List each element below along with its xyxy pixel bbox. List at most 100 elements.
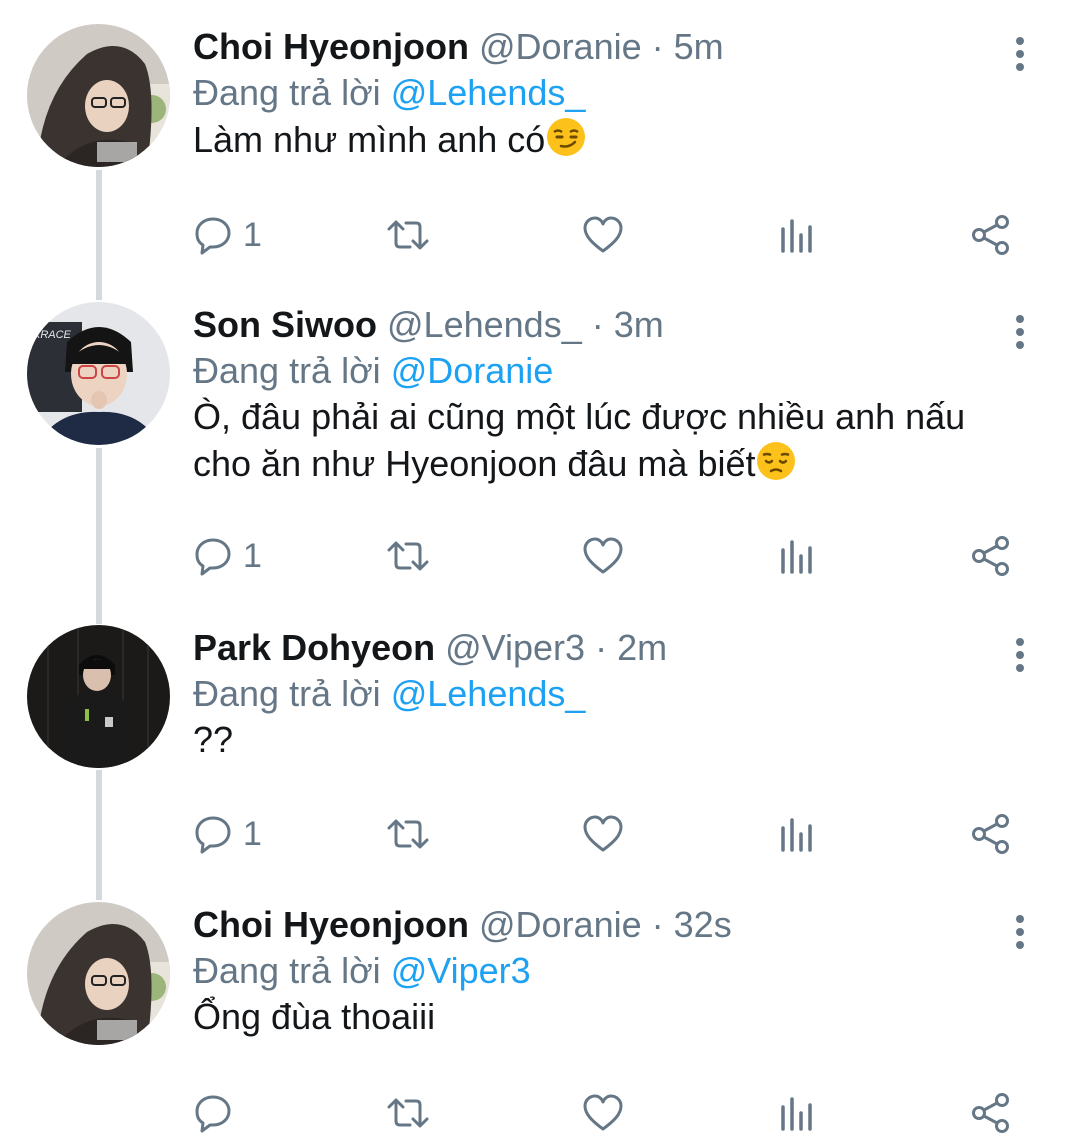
separator-dot: · [651, 904, 664, 945]
retweet-icon [387, 819, 429, 849]
display-name[interactable]: Choi Hyeonjoon [193, 26, 469, 67]
smirk-emoji-icon [547, 118, 586, 156]
replying-to: Đang trả lời @Lehends_ [193, 671, 1040, 717]
tweet-actions: 1 [193, 210, 1033, 260]
retweet-button[interactable] [385, 531, 431, 581]
retweet-button[interactable] [385, 210, 431, 260]
tweet-header: Park Dohyeon @Viper3 · 2m [193, 625, 1040, 671]
tweet-text: Ò, đâu phải ai cũng một lúc được nhiều a… [193, 394, 1003, 487]
tweet-text-content: Làm như mình anh có [193, 119, 546, 160]
analytics-icon [781, 219, 812, 253]
reply-count: 1 [243, 814, 262, 853]
mention-link[interactable]: @Lehends_ [391, 673, 586, 714]
pensive-emoji-icon [757, 442, 796, 480]
replying-to-label: Đang trả lời [193, 72, 381, 113]
like-button[interactable] [582, 531, 624, 581]
display-name[interactable]: Choi Hyeonjoon [193, 904, 469, 945]
share-icon [972, 814, 1009, 854]
retweet-icon [387, 1098, 429, 1128]
timestamp[interactable]: 5m [674, 26, 724, 67]
reply-count: 1 [243, 215, 262, 254]
heart-icon [583, 815, 623, 852]
comment-icon [195, 1095, 231, 1133]
avatar[interactable] [27, 24, 170, 167]
heart-icon [583, 216, 623, 253]
tweet-text: Ổng đùa thoaiii [193, 994, 1040, 1040]
retweet-button[interactable] [385, 809, 431, 859]
analytics-icon [781, 818, 812, 852]
mention-link[interactable]: @Doranie [391, 350, 554, 391]
tweet-actions [193, 1088, 1033, 1138]
reply-button[interactable]: 1 [193, 531, 262, 581]
retweet-button[interactable] [385, 1088, 431, 1138]
tweet-header: Choi Hyeonjoon @Doranie · 32s [193, 902, 1040, 948]
replying-to: Đang trả lời @Doranie [193, 348, 1040, 394]
share-button[interactable] [971, 1088, 1011, 1138]
timestamp[interactable]: 3m [614, 304, 664, 345]
tweet-text-content: ?? [193, 719, 234, 760]
tweet-text-content: Ổng đùa thoaiii [193, 996, 436, 1037]
tweet[interactable]: XRACE Son Siwoo @Lehends_ · 3m Đang trả … [0, 302, 1080, 602]
heart-icon [583, 537, 623, 574]
share-button[interactable] [971, 210, 1011, 260]
reply-count: 1 [243, 536, 262, 575]
timestamp[interactable]: 32s [674, 904, 732, 945]
like-button[interactable] [582, 1088, 624, 1138]
more-vertical-icon[interactable] [1000, 34, 1040, 74]
user-handle[interactable]: @Doranie [479, 904, 642, 945]
tweet-text-content: Ò, đâu phải ai cũng một lúc được nhiều a… [193, 396, 966, 484]
comment-icon [195, 217, 231, 255]
tweet-text: ?? [193, 717, 1040, 763]
user-handle[interactable]: @Lehends_ [387, 304, 582, 345]
timestamp[interactable]: 2m [617, 627, 667, 668]
like-button[interactable] [582, 809, 624, 859]
tweet-text: Làm như mình anh có [193, 116, 1040, 163]
replying-to-label: Đang trả lời [193, 673, 381, 714]
svg-text:XRACE: XRACE [32, 329, 72, 341]
share-icon [972, 1093, 1009, 1133]
share-button[interactable] [971, 809, 1011, 859]
analytics-button[interactable] [779, 809, 815, 859]
tweet[interactable]: Choi Hyeonjoon @Doranie · 32s Đang trả l… [0, 902, 1080, 1145]
analytics-icon [781, 1097, 812, 1131]
replying-to: Đang trả lời @Lehends_ [193, 70, 1040, 116]
share-button[interactable] [971, 531, 1011, 581]
reply-button[interactable]: 1 [193, 809, 262, 859]
analytics-button[interactable] [779, 210, 815, 260]
comment-icon [195, 538, 231, 576]
display-name[interactable]: Son Siwoo [193, 304, 377, 345]
tweet-actions: 1 [193, 531, 1033, 581]
separator-dot: · [591, 304, 604, 345]
avatar[interactable] [27, 902, 170, 1045]
separator-dot: · [595, 627, 608, 668]
tweet-header: Son Siwoo @Lehends_ · 3m [193, 302, 1040, 348]
replying-to-label: Đang trả lời [193, 950, 381, 991]
mention-link[interactable]: @Lehends_ [391, 72, 586, 113]
separator-dot: · [651, 26, 664, 67]
retweet-icon [387, 220, 429, 250]
more-vertical-icon[interactable] [1000, 312, 1040, 352]
avatar[interactable]: XRACE [27, 302, 170, 445]
more-vertical-icon[interactable] [1000, 635, 1040, 675]
display-name[interactable]: Park Dohyeon [193, 627, 435, 668]
mention-link[interactable]: @Viper3 [391, 950, 531, 991]
user-handle[interactable]: @Doranie [479, 26, 642, 67]
tweet[interactable]: Choi Hyeonjoon @Doranie · 5m Đang trả lờ… [0, 24, 1080, 284]
like-button[interactable] [582, 210, 624, 260]
replying-to: Đang trả lời @Viper3 [193, 948, 1040, 994]
heart-icon [583, 1094, 623, 1131]
share-icon [972, 215, 1009, 255]
share-icon [972, 536, 1009, 576]
tweet-header: Choi Hyeonjoon @Doranie · 5m [193, 24, 1040, 70]
analytics-button[interactable] [779, 531, 815, 581]
avatar[interactable] [27, 625, 170, 768]
reply-button[interactable]: 1 [193, 210, 262, 260]
user-handle[interactable]: @Viper3 [445, 627, 585, 668]
tweet-actions: 1 [193, 809, 1033, 859]
more-vertical-icon[interactable] [1000, 912, 1040, 952]
analytics-icon [781, 540, 812, 574]
analytics-button[interactable] [779, 1088, 815, 1138]
reply-button[interactable] [193, 1088, 243, 1138]
tweet[interactable]: Park Dohyeon @Viper3 · 2m Đang trả lời @… [0, 625, 1080, 885]
replying-to-label: Đang trả lời [193, 350, 381, 391]
